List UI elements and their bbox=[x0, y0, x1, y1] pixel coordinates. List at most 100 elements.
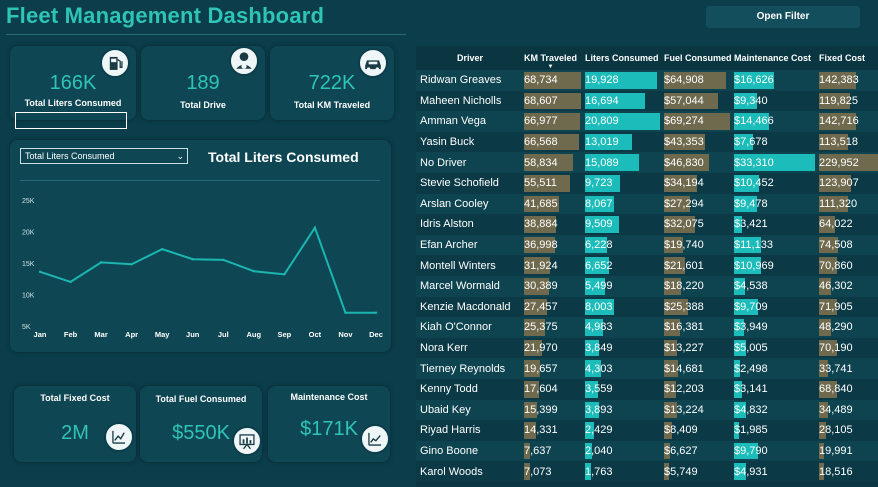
table-row[interactable]: Gino Boone 7,637 2,040 $6,627 $9,790 19,991 bbox=[416, 440, 878, 462]
maint-cell: $9,709 bbox=[730, 296, 815, 318]
table-row[interactable]: Karol Woods 7,073 1,763 $5,749 $4,931 18,516 bbox=[416, 461, 878, 482]
table-row[interactable]: Amman Vega 66,977 20,809 $69,274 $14,466 142,… bbox=[416, 111, 878, 132]
table-row[interactable]: Efan Archer 36,998 6,228 $19,740 $11,133 74,5… bbox=[416, 234, 878, 256]
col-header-fuel[interactable]: Fuel Consumed bbox=[660, 46, 732, 70]
driver-cell: Efan Archer bbox=[416, 234, 520, 256]
table-row[interactable]: Maheen Nicholls 68,607 16,694 $57,044 $9,340… bbox=[416, 90, 878, 112]
km-cell: 27,457 bbox=[520, 296, 581, 318]
liters-value: 8,003 bbox=[585, 300, 613, 313]
fixed-value: 46,302 bbox=[819, 280, 853, 293]
fuel-value: $6,627 bbox=[664, 444, 698, 457]
presentation-chart-icon bbox=[232, 426, 262, 456]
fixed-cell: 142,383 bbox=[815, 70, 878, 91]
km-value: 36,998 bbox=[524, 239, 558, 252]
data-point[interactable] bbox=[374, 311, 378, 314]
maint-cell: $9,478 bbox=[730, 193, 815, 215]
col-header-maintenance[interactable]: Maintenance Cost bbox=[730, 46, 815, 70]
km-value: 30,389 bbox=[524, 280, 558, 293]
fixed-cell: 70,190 bbox=[815, 337, 878, 359]
table-row[interactable]: Nora Kerr 21,970 3,849 $13,227 $5,005 70,190 bbox=[416, 337, 878, 359]
fixed-cell: 19,991 bbox=[815, 440, 878, 462]
table-row[interactable]: Ubaid Key 15,399 3,893 $13,224 $4,832 34,489 bbox=[416, 399, 878, 421]
car-icon bbox=[358, 48, 388, 78]
kpi-card-km[interactable]: 722K Total KM Traveled bbox=[270, 46, 394, 120]
data-point[interactable] bbox=[130, 263, 133, 266]
maint-value: $9,340 bbox=[734, 94, 768, 107]
fuel-value: $14,681 bbox=[664, 362, 704, 375]
data-point[interactable] bbox=[283, 273, 286, 276]
table-row[interactable]: Arslan Cooley 41,685 8,067 $27,294 $9,478 111… bbox=[416, 193, 878, 215]
table-row[interactable]: Riyad Harris 14,331 2,429 $8,409 $1,985 28,10… bbox=[416, 420, 878, 441]
fuel-cell: $18,220 bbox=[660, 275, 730, 297]
fuel-cell: $12,203 bbox=[660, 378, 730, 400]
maint-cell: $4,931 bbox=[730, 461, 815, 482]
col-header-liters[interactable]: Liters Consumed bbox=[581, 46, 660, 70]
data-point[interactable] bbox=[191, 258, 194, 261]
data-point[interactable] bbox=[160, 247, 164, 251]
fuel-cell: $46,830 bbox=[660, 152, 730, 173]
data-point[interactable] bbox=[69, 280, 72, 284]
driver-cell: Kenny Todd bbox=[416, 378, 520, 400]
km-value: 14,331 bbox=[524, 424, 558, 437]
driver-cell: Kenzie Macdonald bbox=[416, 296, 520, 318]
table-row[interactable]: Kiah O'Connor 25,375 4,983 $16,381 $3,949 48,… bbox=[416, 317, 878, 338]
data-point[interactable] bbox=[344, 311, 347, 314]
liters-cell: 9,509 bbox=[581, 214, 660, 235]
col-header-fixed[interactable]: Fixed Cost bbox=[815, 46, 878, 70]
kpi-card-liters[interactable]: 166K Total Liters Consumed bbox=[10, 46, 136, 129]
table-row[interactable]: Ridwan Greaves 68,734 19,928 $64,908 $16,626… bbox=[416, 70, 878, 91]
kpi-card-drive[interactable]: 189 Total Drive bbox=[141, 46, 265, 120]
table-row[interactable]: Kenny Todd 17,604 3,559 $12,203 $3,141 68,840 bbox=[416, 378, 878, 400]
maintenance-cost-card[interactable]: Maintenance Cost $171K bbox=[268, 386, 390, 462]
driver-cell: Arslan Cooley bbox=[416, 193, 520, 215]
km-cell: 7,073 bbox=[520, 461, 581, 482]
liters-series-line[interactable] bbox=[39, 225, 376, 314]
liters-value: 19,928 bbox=[585, 74, 619, 87]
open-filter-button[interactable]: Open Filter bbox=[706, 6, 860, 28]
table-row[interactable]: Kenzie Macdonald 27,457 8,003 $25,388 $9,709… bbox=[416, 296, 878, 318]
fixed-cell: 113,518 bbox=[815, 131, 878, 153]
data-point[interactable] bbox=[313, 226, 317, 229]
km-value: 7,637 bbox=[524, 444, 552, 457]
fixed-cell: 111,320 bbox=[815, 193, 878, 215]
table-row[interactable]: Yasin Buck 66,568 13,019 $43,353 $7,678 113,5… bbox=[416, 131, 878, 153]
data-point[interactable] bbox=[38, 270, 42, 274]
col-header-km[interactable]: KM Traveled ▼ bbox=[520, 46, 581, 70]
liters-line-chart: 25K 20K 15K 10K 5KJan Feb Mar Apr May Jun Jul Aug Se… bbox=[22, 198, 383, 339]
liters-cell: 2,429 bbox=[581, 420, 660, 441]
km-value: 31,924 bbox=[524, 259, 558, 272]
maint-value: $9,709 bbox=[734, 300, 768, 313]
maint-value: $9,790 bbox=[734, 444, 768, 457]
fuel-value: $19,740 bbox=[664, 239, 704, 252]
table-row[interactable]: Montell Winters 31,924 6,652 $21,601 $10,969… bbox=[416, 255, 878, 276]
fixed-value: 34,489 bbox=[819, 403, 853, 416]
liters-value: 4,303 bbox=[585, 362, 613, 375]
table-row[interactable]: Stevie Schofield 55,511 9,723 $34,194 $10,45… bbox=[416, 172, 878, 194]
fuel-cell: $21,601 bbox=[660, 255, 730, 276]
fuel-consumed-card[interactable]: Total Fuel Consumed $550K bbox=[140, 386, 262, 462]
data-point[interactable] bbox=[252, 269, 256, 273]
table-row[interactable]: Tierney Reynolds 19,657 4,303 $14,681 $2,498… bbox=[416, 358, 878, 379]
liters-cell: 19,928 bbox=[581, 70, 660, 91]
liters-value: 8,067 bbox=[585, 197, 613, 210]
driver-cell: No Driver bbox=[416, 152, 520, 173]
fuel-cell: $13,224 bbox=[660, 399, 730, 421]
maint-cell: $10,969 bbox=[730, 255, 815, 276]
km-value: 38,884 bbox=[524, 218, 558, 231]
col-header-driver[interactable]: Driver bbox=[416, 46, 520, 70]
fuel-value: $32,075 bbox=[664, 218, 704, 231]
kpi-liters-label: Total Liters Consumed bbox=[24, 98, 122, 108]
liters-value: 3,893 bbox=[585, 403, 613, 416]
km-cell: 66,568 bbox=[520, 131, 581, 153]
km-cell: 36,998 bbox=[520, 234, 581, 256]
table-row[interactable]: No Driver 58,834 15,089 $46,830 $33,310 229,9… bbox=[416, 152, 878, 173]
fuel-value: $21,601 bbox=[664, 259, 704, 272]
fixed-value: 48,290 bbox=[819, 321, 853, 334]
fixed-cost-card[interactable]: Total Fixed Cost 2M bbox=[14, 386, 136, 462]
data-point[interactable] bbox=[222, 258, 225, 262]
data-point[interactable] bbox=[99, 261, 103, 264]
fuel-consumed-label: Total Fuel Consumed bbox=[155, 394, 247, 404]
table-row[interactable]: Idris Alston 38,884 9,509 $32,075 $3,421 64,0… bbox=[416, 214, 878, 235]
table-row[interactable]: Marcel Wormald 30,389 5,499 $18,220 $4,538 46… bbox=[416, 275, 878, 297]
driver-cell: Gino Boone bbox=[416, 440, 520, 462]
